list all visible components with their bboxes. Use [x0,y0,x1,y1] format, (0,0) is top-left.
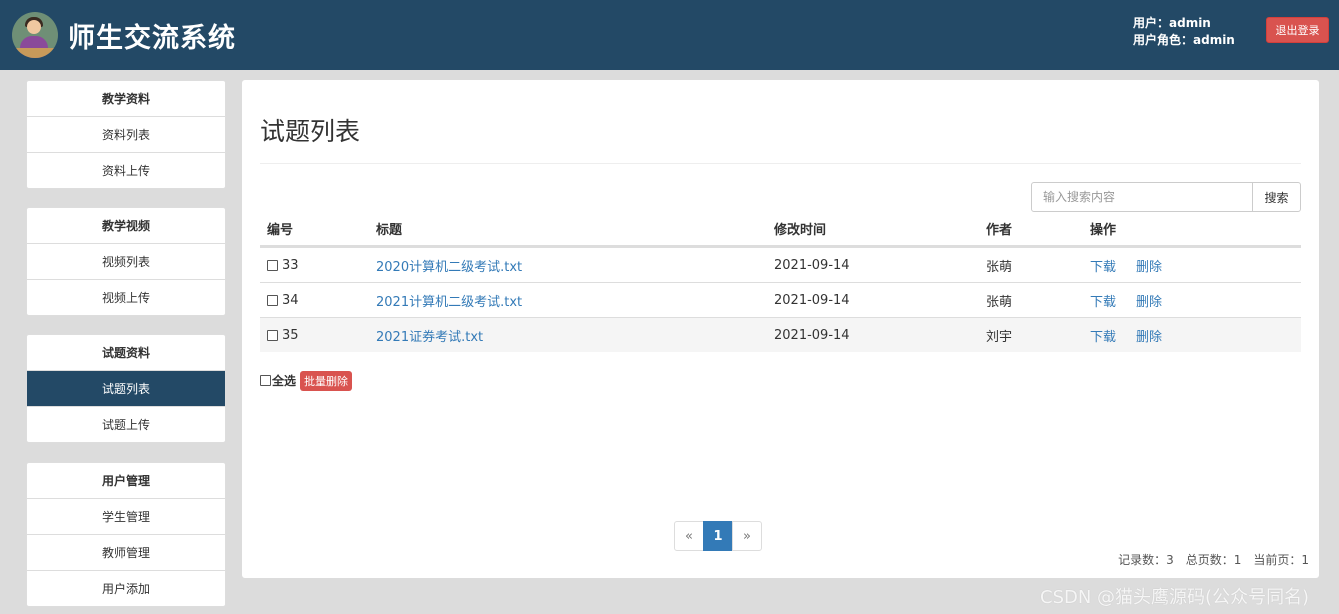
row-modified: 2021-09-14 [774,327,850,343]
row-title-link[interactable]: 2021证券考试.txt [376,326,483,345]
row-id: 33 [282,257,299,273]
row-actions: 下载 删除 [1090,248,1182,282]
main-panel: 试题列表 搜索 编号 标题 修改时间 作者 操作 33 2020计算机二级考试.… [242,80,1319,578]
current-user: 用户：admin [1133,16,1211,30]
row-author: 张萌 [986,294,1013,310]
sidebar-item-teacher-management[interactable]: 教师管理 [27,534,225,570]
download-link[interactable]: 下载 [1090,326,1116,345]
row-title-link[interactable]: 2021计算机二级考试.txt [376,291,522,310]
row-modified: 2021-09-14 [774,257,850,273]
sidebar-group-title: 试题资料 [101,346,150,360]
column-header-modified: 修改时间 [774,223,827,238]
sidebar-item-video-list[interactable]: 视频列表 [27,243,225,279]
search-input[interactable] [1031,182,1253,212]
title-divider [260,163,1301,164]
current-page: 当前页：1 [1253,553,1309,567]
sidebar-group-exams: 试题资料 试题列表 试题上传 [26,334,226,443]
download-link[interactable]: 下载 [1090,291,1116,310]
sidebar-group-users: 用户管理 学生管理 教师管理 用户添加 [26,462,226,607]
sidebar-group-title: 教学资料 [101,92,150,106]
table-header: 编号 标题 修改时间 作者 操作 [260,212,1301,247]
search-button[interactable]: 搜索 [1252,182,1301,212]
row-author: 刘宇 [986,329,1013,345]
column-header-id: 编号 [267,223,294,238]
select-all[interactable]: 全选 [260,372,296,389]
sidebar-item-video-upload[interactable]: 视频上传 [27,279,225,315]
page-title: 试题列表 [260,117,361,146]
user-info: 用户：admin 用户角色：admin [1133,15,1235,49]
current-user-role: 用户角色：admin [1133,33,1235,47]
sidebar-group-videos: 教学视频 视频列表 视频上传 [26,207,226,316]
top-navbar: 师生交流系统 用户：admin 用户角色：admin 退出登录 [0,0,1339,70]
delete-link[interactable]: 删除 [1136,291,1162,310]
pagination-prev[interactable]: « [674,521,704,551]
select-all-checkbox[interactable] [260,375,271,386]
exam-table: 编号 标题 修改时间 作者 操作 33 2020计算机二级考试.txt 2021… [260,212,1301,352]
sidebar-group-title: 教学视频 [101,219,150,233]
table-row: 35 2021证券考试.txt 2021-09-14 刘宇 下载 删除 [260,317,1301,352]
row-author: 张萌 [986,259,1013,275]
delete-link[interactable]: 删除 [1136,326,1162,345]
row-id-cell: 35 [267,318,299,352]
sidebar-group-materials: 教学资料 资料列表 资料上传 [26,80,226,189]
pagination-page-current[interactable]: 1 [703,521,733,551]
table-row: 33 2020计算机二级考试.txt 2021-09-14 张萌 下载 删除 [260,247,1301,282]
sidebar-item-exam-upload[interactable]: 试题上传 [27,406,225,442]
pagination-stats: 记录数：3 总页数：1 当前页：1 [1118,551,1309,568]
table-row: 34 2021计算机二级考试.txt 2021-09-14 张萌 下载 删除 [260,282,1301,317]
logout-button[interactable]: 退出登录 [1266,17,1329,43]
sidebar-item-material-list[interactable]: 资料列表 [27,116,225,152]
sidebar-item-user-add[interactable]: 用户添加 [27,570,225,606]
app-title: 师生交流系统 [68,23,236,54]
row-title-link[interactable]: 2020计算机二级考试.txt [376,256,522,275]
select-all-label: 全选 [272,374,297,388]
row-id-cell: 34 [267,283,299,317]
row-actions: 下载 删除 [1090,318,1182,352]
pagination: « 1 » [674,521,762,551]
column-header-title: 标题 [376,223,403,238]
pagination-next[interactable]: » [732,521,762,551]
row-actions: 下载 删除 [1090,283,1182,317]
sidebar-item-exam-list[interactable]: 试题列表 [27,370,225,406]
row-checkbox[interactable] [267,259,278,271]
row-id: 34 [282,292,299,308]
sidebar-item-material-upload[interactable]: 资料上传 [27,152,225,188]
column-header-author: 作者 [986,223,1013,238]
delete-link[interactable]: 删除 [1136,256,1162,275]
record-count: 记录数：3 [1118,553,1174,567]
row-checkbox[interactable] [267,329,278,341]
row-checkbox[interactable] [267,294,278,306]
sidebar-item-student-management[interactable]: 学生管理 [27,498,225,534]
sidebar-group-title: 用户管理 [101,474,150,488]
row-id-cell: 33 [267,248,299,282]
watermark-text: CSDN @猫头鹰源码(公众号同名) [1040,587,1310,608]
row-modified: 2021-09-14 [774,292,850,308]
column-header-actions: 操作 [1090,223,1117,238]
row-id: 35 [282,327,299,343]
download-link[interactable]: 下载 [1090,256,1116,275]
app-logo-avatar [12,12,58,58]
batch-delete-button[interactable]: 批量删除 [300,371,352,391]
total-pages: 总页数：1 [1185,553,1242,567]
